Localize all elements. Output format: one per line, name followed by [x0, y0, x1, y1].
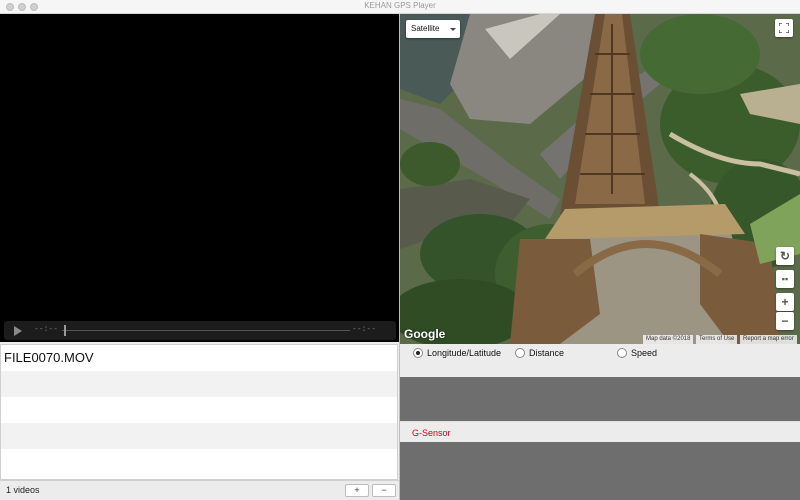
play-icon[interactable]	[14, 326, 22, 336]
terms-of-use-link[interactable]: Terms of Use	[696, 335, 738, 344]
chevron-down-icon	[450, 28, 456, 31]
g-sensor-graph-area	[400, 442, 800, 500]
window-title: KEHAN GPS Player	[364, 1, 436, 10]
zoom-in-button[interactable]: +	[776, 293, 794, 311]
video-player[interactable]: --:-- --:--	[0, 14, 399, 342]
map-data-attribution: Map data ©2018	[643, 335, 694, 344]
list-item[interactable]: FILE0070.MOV	[1, 345, 397, 371]
list-item[interactable]	[1, 397, 397, 423]
video-count: 1 videos	[6, 485, 40, 495]
map-type-value: Satellite	[411, 24, 440, 33]
video-file-list: FILE0070.MOV	[0, 344, 398, 480]
app-window: KEHAN GPS Player --:-- --:-- FILE0070.MO…	[0, 0, 800, 500]
remove-video-button[interactable]: −	[372, 484, 396, 497]
street-view-icon[interactable]: ▪▪	[776, 270, 794, 288]
seek-knob[interactable]	[64, 325, 66, 336]
title-bar: KEHAN GPS Player	[0, 0, 800, 14]
seek-track[interactable]	[62, 330, 350, 331]
radio-label: Longitude/Latitude	[427, 348, 502, 358]
satellite-map[interactable]: Satellite ↻ ▪▪ + − Google Map data ©2018…	[400, 14, 800, 344]
list-item[interactable]	[1, 423, 397, 449]
radio-button[interactable]	[413, 348, 423, 358]
list-item[interactable]	[1, 371, 397, 397]
rotate-icon[interactable]: ↻	[776, 247, 794, 265]
g-sensor-label: G-Sensor	[412, 428, 451, 438]
satellite-imagery	[400, 14, 800, 344]
radio-label: Speed	[631, 348, 658, 358]
gps-graph-area	[400, 377, 800, 421]
google-logo: Google	[404, 327, 446, 341]
time-remaining: --:--	[351, 325, 376, 334]
playback-controls: --:-- --:--	[4, 321, 396, 340]
report-map-error-link[interactable]: Report a map error	[740, 335, 797, 344]
file-list-footer: 1 videos + −	[0, 480, 399, 500]
map-type-select[interactable]: Satellite	[406, 20, 460, 38]
add-video-button[interactable]: +	[345, 484, 369, 497]
fullscreen-icon[interactable]	[775, 19, 793, 37]
g-sensor-header: G-Sensor	[400, 421, 800, 442]
radio-label: Distance	[529, 348, 565, 358]
zoom-out-button[interactable]: −	[776, 312, 794, 330]
time-elapsed: --:--	[34, 325, 59, 334]
radio-button[interactable]	[515, 348, 525, 358]
radio-button[interactable]	[617, 348, 627, 358]
chart-mode-selector: Longitude/Latitude Distance Speed	[400, 344, 800, 377]
list-item[interactable]	[1, 449, 397, 475]
